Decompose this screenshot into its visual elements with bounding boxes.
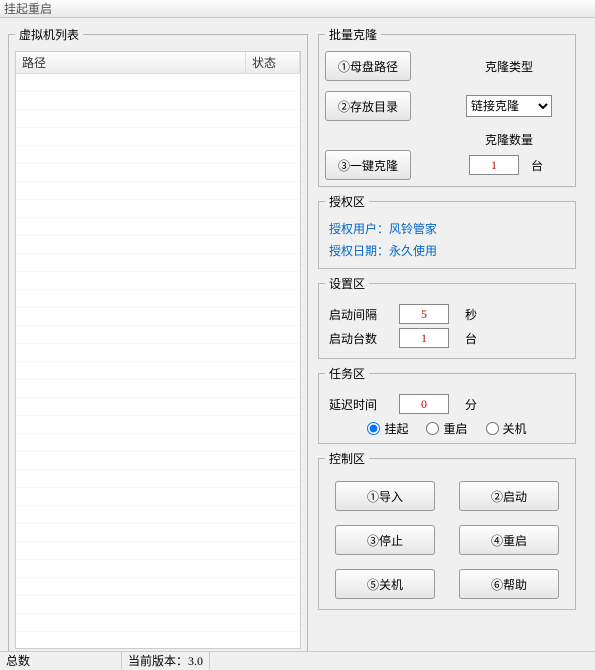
vm-table[interactable]: 路径 状态 xyxy=(15,51,301,649)
auth-date-line: 授权日期：永久使用 xyxy=(325,240,569,262)
settings-title: 设置区 xyxy=(325,275,369,292)
col-path[interactable]: 路径 xyxy=(16,52,246,73)
stop-button[interactable]: ③停止 xyxy=(335,525,435,555)
status-bar: 总数 当前版本：3.0 xyxy=(0,651,595,669)
radio-suspend[interactable]: 挂起 xyxy=(367,420,408,437)
delay-label: 延迟时间 xyxy=(329,396,389,413)
vm-list-group: 虚拟机列表 路径 状态 xyxy=(8,26,308,656)
restart-button[interactable]: ④重启 xyxy=(459,525,559,555)
start-count-input[interactable] xyxy=(399,328,449,348)
auth-user-line: 授权用户：风铃管家 xyxy=(325,218,569,240)
start-button[interactable]: ②启动 xyxy=(459,481,559,511)
radio-shutdown[interactable]: 关机 xyxy=(486,420,527,437)
start-count-label: 启动台数 xyxy=(329,330,389,347)
clone-count-unit: 台 xyxy=(525,157,549,174)
col-status[interactable]: 状态 xyxy=(246,52,300,73)
control-group: 控制区 ①导入 ②启动 ③停止 ④重启 ⑤关机 ⑥帮助 xyxy=(318,450,576,610)
window-titlebar: 挂起重启 xyxy=(0,0,595,18)
shutdown-button[interactable]: ⑤关机 xyxy=(335,569,435,599)
control-title: 控制区 xyxy=(325,450,369,467)
interval-input[interactable] xyxy=(399,304,449,324)
status-version: 当前版本：3.0 xyxy=(122,652,210,669)
auth-title: 授权区 xyxy=(325,193,369,210)
one-key-clone-button[interactable]: ③一键克隆 xyxy=(325,150,411,180)
vm-list-title: 虚拟机列表 xyxy=(15,26,83,43)
task-title: 任务区 xyxy=(325,365,369,382)
task-group: 任务区 延迟时间 分 挂起 重启 关机 xyxy=(318,365,576,444)
delay-unit: 分 xyxy=(459,396,483,413)
clone-type-select[interactable]: 链接克隆 xyxy=(466,95,552,117)
clone-type-label: 克隆类型 xyxy=(485,58,533,75)
delay-input[interactable] xyxy=(399,394,449,414)
window-title: 挂起重启 xyxy=(4,2,52,16)
clone-count-input[interactable] xyxy=(469,155,519,175)
interval-unit: 秒 xyxy=(459,306,483,323)
clone-title: 批量克隆 xyxy=(325,26,381,43)
start-count-unit: 台 xyxy=(459,330,483,347)
save-dir-button[interactable]: ②存放目录 xyxy=(325,91,411,121)
vm-table-header: 路径 状态 xyxy=(16,52,300,74)
vm-table-body[interactable] xyxy=(16,74,300,649)
clone-group: 批量克隆 ①母盘路径 克隆类型 ②存放目录 链接克隆 克隆数量 xyxy=(318,26,576,187)
mother-path-button[interactable]: ①母盘路径 xyxy=(325,51,411,81)
auth-group: 授权区 授权用户：风铃管家 授权日期：永久使用 xyxy=(318,193,576,269)
interval-label: 启动间隔 xyxy=(329,306,389,323)
clone-count-label: 克隆数量 xyxy=(485,131,533,148)
radio-restart[interactable]: 重启 xyxy=(426,420,467,437)
help-button[interactable]: ⑥帮助 xyxy=(459,569,559,599)
status-total: 总数 xyxy=(0,652,122,669)
import-button[interactable]: ①导入 xyxy=(335,481,435,511)
settings-group: 设置区 启动间隔 秒 启动台数 台 xyxy=(318,275,576,359)
